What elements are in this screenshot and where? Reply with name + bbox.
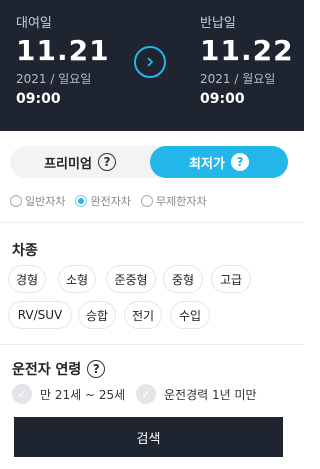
help-icon[interactable]: ? [97, 153, 116, 171]
rental-date-label: 대여일 [16, 16, 52, 31]
chip-car-type[interactable]: 중형 [163, 265, 203, 293]
insurance-option-label: 완전자차 [90, 195, 131, 208]
tab-premium[interactable]: 프리미엄 ? [10, 146, 150, 178]
radio-circle[interactable] [10, 195, 22, 207]
divider [0, 222, 304, 223]
car-type-title: 차종 [12, 243, 38, 259]
chip-car-type[interactable]: RV/SUV [8, 301, 72, 329]
help-icon[interactable]: ? [230, 153, 249, 171]
return-time[interactable]: 09:00 [200, 91, 245, 107]
age-option-label: 만 21세 ~ 25세 [40, 387, 126, 402]
radio-circle-selected[interactable] [75, 195, 88, 207]
rental-date[interactable]: 11.21 [16, 34, 110, 67]
insurance-radio-unlimited[interactable]: 무제한자차 [140, 193, 207, 209]
return-date-label: 반납일 [200, 16, 236, 31]
driver-age-title: 운전자 연령 [12, 362, 82, 378]
chip-car-type[interactable]: 경형 [8, 265, 46, 293]
chip-car-type[interactable]: 수입 [170, 301, 210, 329]
return-year-day: 2021 / 월요일 [200, 72, 276, 86]
age-option-under-1-year[interactable]: ✓ 운전경력 1년 미만 [136, 384, 257, 404]
check-icon[interactable]: ✓ [12, 384, 32, 404]
insurance-option-label: 일반자차 [25, 195, 66, 208]
chevron-right-icon[interactable] [134, 46, 166, 78]
help-icon[interactable]: ? [87, 360, 106, 378]
chip-car-type[interactable]: 고급 [211, 265, 251, 293]
insurance-radio-basic[interactable]: 일반자차 [10, 193, 65, 209]
price-mode-toggle: 프리미엄 ? 최저가 ? [10, 146, 288, 178]
rental-year-day: 2021 / 일요일 [16, 72, 92, 86]
chip-car-type[interactable]: 소형 [58, 265, 96, 293]
check-icon[interactable]: ✓ [136, 384, 156, 404]
radio-circle[interactable] [140, 195, 153, 207]
driver-age-heading: 운전자 연령 ? [12, 359, 106, 379]
insurance-radio-full[interactable]: 완전자차 [75, 193, 131, 209]
search-button[interactable]: 검색 [14, 417, 283, 457]
insurance-option-label: 무제한자차 [155, 195, 207, 208]
divider [0, 344, 304, 345]
chip-car-type[interactable]: 전기 [124, 301, 162, 329]
tab-premium-label: 프리미엄 [44, 156, 92, 172]
tab-lowest-price[interactable]: 최저가 ? [150, 146, 288, 178]
tab-lowest-label: 최저가 [189, 156, 225, 172]
insurance-options: 일반자차 완전자차 무제한자차 [10, 193, 217, 209]
date-header: 대여일 11.21 2021 / 일요일 09:00 반납일 11.22 202… [0, 0, 304, 131]
return-date[interactable]: 11.22 [200, 34, 294, 67]
chip-car-type[interactable]: 승합 [78, 301, 116, 329]
age-option-21-25[interactable]: ✓ 만 21세 ~ 25세 [12, 384, 125, 404]
age-option-label: 운전경력 1년 미만 [164, 387, 257, 402]
chip-car-type[interactable]: 준중형 [106, 265, 156, 293]
rental-time[interactable]: 09:00 [16, 91, 61, 107]
